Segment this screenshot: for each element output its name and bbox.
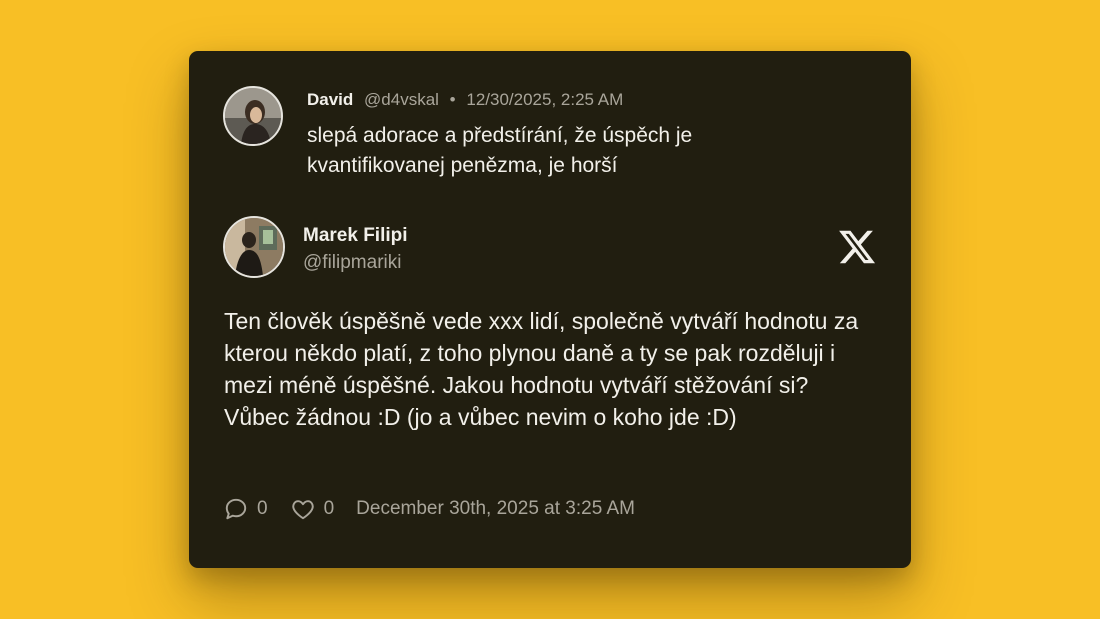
tweet-author-handle[interactable]: @filipmariki — [303, 252, 401, 274]
reply-text: slepá adorace a předstírání, že úspěch j… — [307, 124, 693, 177]
tweet-footer: 0 0 December 30th, 2025 at 3:25 AM — [223, 494, 635, 524]
tweet-timestamp[interactable]: December 30th, 2025 at 3:25 AM — [356, 498, 635, 520]
heart-icon[interactable] — [290, 496, 316, 522]
reply-meta: David @d4vskal • 12/30/2025, 2:25 AM — [307, 89, 623, 111]
x-logo-icon[interactable] — [837, 227, 877, 267]
reply-count: 0 — [257, 498, 268, 519]
meta-separator: • — [449, 90, 456, 109]
tweet-text: Ten člověk úspěšně vede xxx lidí, společ… — [224, 308, 859, 430]
reply-timestamp[interactable]: 12/30/2025, 2:25 AM — [466, 90, 623, 109]
reply-author-avatar[interactable] — [223, 86, 283, 146]
tweet-author-name[interactable]: Marek Filipi — [303, 225, 408, 247]
reply-author-handle[interactable]: @d4vskal — [364, 90, 439, 109]
tweet-author-avatar[interactable] — [223, 216, 285, 278]
reply-author-name[interactable]: David — [307, 90, 353, 109]
comment-icon[interactable] — [223, 496, 249, 522]
tweet-card: David @d4vskal • 12/30/2025, 2:25 AM sle… — [189, 51, 911, 568]
avatar-photo-icon — [225, 88, 281, 144]
like-count: 0 — [323, 498, 335, 519]
avatar-photo-icon — [225, 218, 283, 276]
